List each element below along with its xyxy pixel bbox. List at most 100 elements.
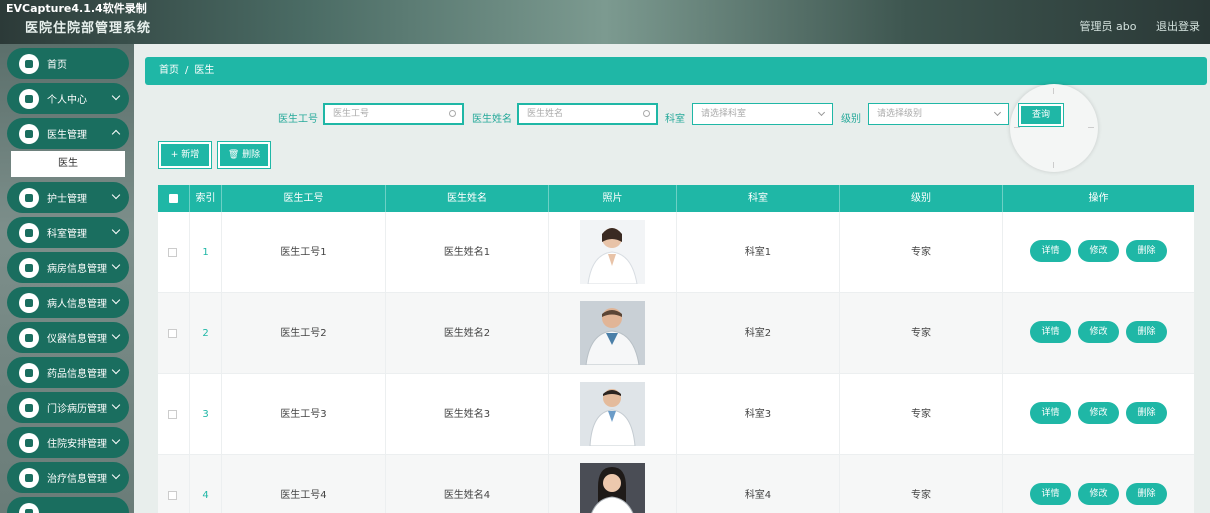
current-user: 管理员 abo (1079, 20, 1137, 33)
cell-department: 科室3 (677, 374, 840, 455)
cell-doctor-name: 医生姓名1 (386, 212, 549, 293)
sidebar-item-treatment[interactable]: 治疗信息管理 (7, 462, 129, 493)
delete-button[interactable]: 删除 (1126, 402, 1167, 424)
chevron-down-icon (111, 295, 121, 305)
home-icon (19, 53, 39, 74)
cell-doctor-id: 医生工号1 (222, 212, 386, 293)
doctor-photo (580, 301, 645, 365)
doctor-photo (580, 382, 645, 446)
delete-button[interactable]: 删除 (1126, 321, 1167, 343)
detail-button[interactable]: 详情 (1030, 240, 1071, 262)
chevron-down-icon (111, 91, 121, 101)
grid-icon (19, 397, 39, 418)
cell-doctor-name: 医生姓名3 (386, 374, 549, 455)
doctor-name-label: 医生姓名 (472, 114, 512, 125)
monitor-icon (19, 292, 39, 313)
table-header: 索引 医生工号 医生姓名 照片 科室 级别 操作 (158, 185, 1194, 212)
column-header: 索引 (190, 185, 222, 212)
batch-delete-button[interactable]: 🗑 删除 (218, 142, 270, 168)
chevron-down-icon (993, 108, 1002, 117)
user-icon (19, 432, 39, 453)
department-icon (19, 222, 39, 243)
logout-link[interactable]: 退出登录 (1156, 20, 1200, 33)
sidebar-item-label: 门诊病历管理 (47, 404, 107, 415)
edit-button[interactable]: 修改 (1078, 321, 1119, 343)
sidebar-item-patients[interactable]: 病人信息管理 (7, 287, 129, 318)
sidebar-item-admission[interactable]: 住院安排管理 (7, 427, 129, 458)
delete-button[interactable]: 删除 (1126, 240, 1167, 262)
column-header: 科室 (677, 185, 840, 212)
checkbox-cell (158, 374, 190, 455)
cell-level: 专家 (840, 293, 1003, 374)
sidebar-item-label: 医生管理 (47, 130, 87, 141)
recorder-watermark: EVCapture4.1.4软件录制 (6, 2, 147, 15)
cell-index: 1 (190, 212, 222, 293)
app-header: EVCapture4.1.4软件录制 医院住院部管理系统 管理员 abo 退出登… (0, 0, 1210, 44)
delete-button[interactable]: 删除 (1126, 483, 1167, 505)
cell-doctor-id: 医生工号3 (222, 374, 386, 455)
column-header: 级别 (840, 185, 1003, 212)
detail-button[interactable]: 详情 (1030, 483, 1071, 505)
cell-level: 专家 (840, 455, 1003, 513)
sidebar-item-label: 个人中心 (47, 95, 87, 106)
sidebar-item-label: 住院安排管理 (47, 439, 107, 450)
sidebar-item-medicines[interactable]: 药品信息管理 (7, 357, 129, 388)
sidebar-item-label: 病房信息管理 (47, 264, 107, 275)
sidebar-item-label: 仪器信息管理 (47, 334, 107, 345)
doctor-id-input[interactable]: 医生工号 (323, 103, 464, 125)
level-placeholder: 请选择级别 (877, 109, 923, 119)
edit-button[interactable]: 修改 (1078, 402, 1119, 424)
cell-doctor-name: 医生姓名2 (386, 293, 549, 374)
sidebar-item-departments[interactable]: 科室管理 (7, 217, 129, 248)
cell-department: 科室4 (677, 455, 840, 513)
nurse-icon (19, 187, 39, 208)
edit-button[interactable]: 修改 (1078, 240, 1119, 262)
chevron-down-icon (111, 365, 121, 375)
department-select[interactable]: 请选择科室 (692, 103, 833, 125)
doctor-table: 索引 医生工号 医生姓名 照片 科室 级别 操作 1 医生工号1 医生姓名1 科… (158, 185, 1194, 513)
sidebar-item-outpatient-records[interactable]: 门诊病历管理 (7, 392, 129, 423)
sidebar-item-wards[interactable]: 病房信息管理 (7, 252, 129, 283)
cell-department: 科室1 (677, 212, 840, 293)
sidebar-item-label: 药品信息管理 (47, 369, 107, 380)
cell-doctor-name: 医生姓名4 (386, 455, 549, 513)
breadcrumb-home[interactable]: 首页 (159, 65, 179, 76)
detail-button[interactable]: 详情 (1030, 321, 1071, 343)
cell-index: 3 (190, 374, 222, 455)
level-label: 级别 (841, 114, 861, 125)
user-icon (19, 88, 39, 109)
doctor-name-input[interactable]: 医生姓名 (517, 103, 658, 125)
doctor-photo (580, 220, 645, 284)
app-title: 医院住院部管理系统 (25, 21, 152, 36)
edit-button[interactable]: 修改 (1078, 483, 1119, 505)
sidebar-item-more[interactable] (7, 497, 129, 513)
add-button[interactable]: + 新增 (159, 142, 211, 168)
query-button[interactable]: 查询 (1019, 104, 1063, 126)
cell-doctor-id: 医生工号2 (222, 293, 386, 374)
sidebar-item-instruments[interactable]: 仪器信息管理 (7, 322, 129, 353)
column-header: 医生姓名 (386, 185, 549, 212)
detail-button[interactable]: 详情 (1030, 402, 1071, 424)
sidebar-item-nurses[interactable]: 护士管理 (7, 182, 129, 213)
sidebar-item-doctors[interactable]: 医生管理 (7, 118, 129, 149)
sidebar-item-label: 治疗信息管理 (47, 474, 107, 485)
doctor-photo (580, 463, 645, 513)
doctor-name-placeholder: 医生姓名 (527, 109, 564, 119)
breadcrumb-current: 医生 (194, 65, 215, 76)
chevron-down-icon (111, 400, 121, 410)
select-all-checkbox[interactable] (169, 194, 178, 203)
department-placeholder: 请选择科室 (701, 109, 747, 119)
table-row: 3 医生工号3 医生姓名3 科室3 专家 详情 修改 删除 (158, 374, 1194, 455)
sidebar-item-home[interactable]: 首页 (7, 48, 129, 79)
sidebar-subitem-doctor[interactable]: 医生 (11, 151, 125, 177)
list-icon (19, 123, 39, 144)
table-row: 4 医生工号4 医生姓名4 科室4 专家 详情 修改 删除 (158, 455, 1194, 513)
sidebar-item-profile[interactable]: 个人中心 (7, 83, 129, 114)
level-select[interactable]: 请选择级别 (868, 103, 1009, 125)
grid-icon (19, 257, 39, 278)
chevron-up-icon (111, 129, 121, 139)
table-row: 2 医生工号2 医生姓名2 科室2 专家 详情 修改 删除 (158, 293, 1194, 374)
column-header: 照片 (549, 185, 677, 212)
select-all-header (158, 185, 190, 212)
chevron-down-icon (111, 435, 121, 445)
